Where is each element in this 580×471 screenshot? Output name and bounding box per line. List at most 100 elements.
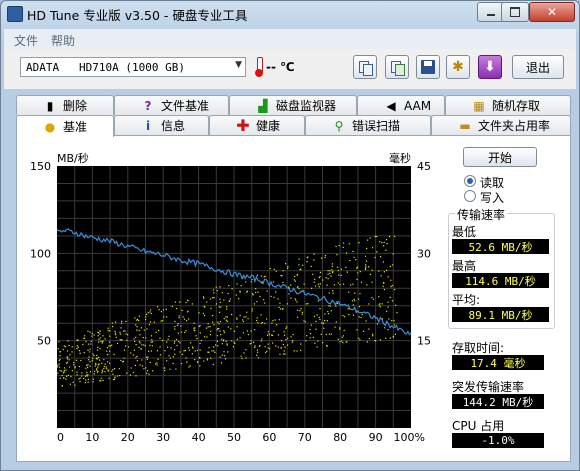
access-time-point [355,259,357,261]
access-time-point [85,367,87,369]
close-button[interactable]: ✕ [529,2,575,22]
access-time-point [172,362,174,365]
menu-help[interactable]: 帮助 [51,32,75,49]
access-time-point [109,362,111,364]
burst-rate-value: 144.2 MB/秒 [452,394,544,409]
access-time-point [293,350,295,352]
access-time-point [382,285,384,288]
access-time-point [173,348,176,351]
access-time-point [282,308,284,310]
access-time-point [317,300,319,302]
tab-file-benchmark[interactable]: ? 文件基准 [114,95,229,115]
access-time-point [170,347,172,349]
access-time-point [62,348,64,351]
access-time-point [216,289,218,292]
access-time-point [188,349,191,351]
tab-error-scan[interactable]: ⚲ 错误扫描 [305,115,431,135]
access-time-point [256,349,259,351]
access-time-point [106,353,109,356]
access-time-point [112,373,114,375]
access-time-point [343,315,346,318]
access-time-point [269,267,271,270]
access-time-point [89,348,91,350]
access-time-point [326,320,329,322]
save-button[interactable] [416,55,440,79]
access-time-point [293,279,295,281]
access-time-point [145,356,148,358]
access-time-point [188,366,190,368]
close-icon: ✕ [546,5,558,19]
access-time-point [272,281,275,283]
access-time-point [87,364,89,366]
tab-erase[interactable]: ▮ 删除 [16,95,114,115]
tab-folder-usage[interactable]: ▬ 文件夹占用率 [431,115,571,135]
access-time-point [63,367,66,369]
access-time-point [109,330,111,332]
radio-read[interactable]: 读取 [464,174,580,190]
tab-disk-monitor[interactable]: ▟ 磁盘监视器 [229,95,357,115]
access-time-point [79,352,81,354]
menu-bar: 文件 帮助 [4,29,576,49]
access-time-point [94,365,96,367]
maximize-button[interactable] [501,2,529,22]
access-time-point [272,320,274,322]
access-time-point [233,330,236,332]
access-time-point [309,333,312,335]
access-time-point [204,306,206,308]
access-time-point [130,352,132,354]
access-time-point [89,365,91,367]
tab-benchmark[interactable]: ● 基准 [16,115,114,137]
access-time-point [99,330,101,332]
access-time-point [120,322,123,324]
access-time-point [227,292,229,295]
access-time-point [65,375,68,377]
access-time-point [220,306,222,308]
access-time-point [106,361,109,363]
options-button[interactable]: ✱ [446,55,470,79]
access-time-point [149,311,151,313]
access-time-point [387,306,389,308]
exit-button[interactable]: 退出 [512,55,564,79]
access-time-point [141,344,143,346]
drive-select[interactable]: ADATA HD710A (1000 GB) ▼ [20,57,246,77]
access-time-point [280,274,282,277]
access-time-point [207,351,209,353]
access-time-point [104,371,106,373]
access-time-point [113,378,116,380]
access-time-point [322,341,324,344]
tab-random-access[interactable]: ▦ 随机存取 [445,95,571,115]
access-time-point [229,300,231,302]
access-time-point [394,333,397,335]
tab-info[interactable]: i 信息 [114,115,209,135]
access-time-point [171,305,173,308]
access-time-point [386,243,388,245]
access-time-point [135,375,137,377]
radio-write[interactable]: 写入 [464,189,580,205]
tab-aam[interactable]: ◀ AAM [357,95,445,115]
access-time-point [266,350,268,352]
access-time-point [84,335,86,337]
access-time-point [239,290,241,292]
access-time-point [236,338,239,340]
download-button[interactable]: ⬇ [478,55,502,79]
access-time-point [58,341,60,343]
y-left-tick-label: 50 [37,335,51,348]
access-time-point [332,270,334,273]
menu-file[interactable]: 文件 [14,32,38,49]
access-time-point [304,321,307,323]
access-time-point [121,361,124,363]
access-time-point [183,350,185,352]
access-time-point [295,299,297,301]
tab-health[interactable]: ✚ 健康 [209,115,305,135]
access-time-point [192,347,194,349]
access-time-point [174,301,177,303]
access-time-point [333,284,335,286]
access-time-point [340,274,342,277]
access-time-point [223,351,225,353]
copy-text-button[interactable] [353,55,377,79]
access-time-point [146,328,148,330]
access-time-point [356,329,358,331]
copy-screen-button[interactable] [385,55,409,79]
access-time-point [267,343,269,345]
start-button[interactable]: 开始 [463,147,537,167]
